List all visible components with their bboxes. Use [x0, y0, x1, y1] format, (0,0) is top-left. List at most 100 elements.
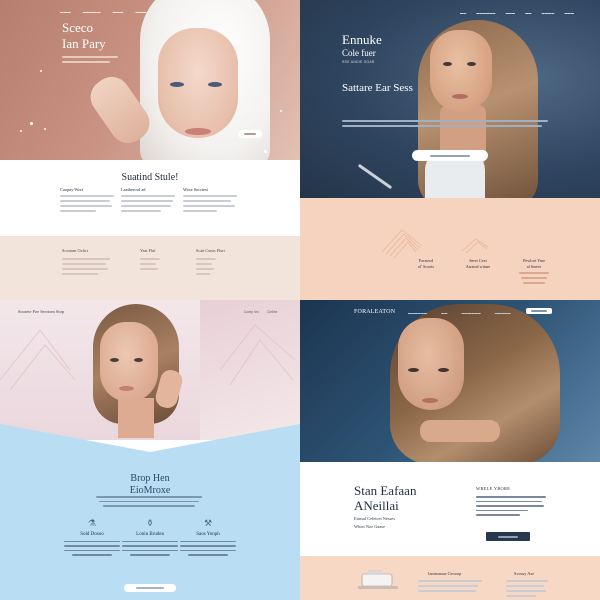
- section-cta-button[interactable]: [486, 532, 530, 541]
- top-nav: ▬▬▬▬▬▬ ▬▬ ▬▬▬▬▬▬ ▬▬▬▬▬: [408, 311, 511, 315]
- device-icon: [358, 570, 398, 589]
- feature-item: Seret Cext Aiztrod wiiure: [456, 258, 500, 270]
- tools-icon: ⚒: [203, 518, 213, 528]
- lips: [452, 94, 468, 99]
- bottles-icon: ⚗: [87, 518, 97, 528]
- band-heading: Scosiom Oxlict: [62, 248, 88, 253]
- eye: [110, 358, 119, 362]
- eye: [408, 368, 419, 372]
- section-title: Brop Hen: [130, 473, 170, 484]
- hero-paragraph: [342, 120, 552, 130]
- section-caption: Whiet Noe Gaase: [354, 524, 385, 529]
- section-title: Stan Eafaan: [354, 483, 417, 498]
- feature-heading: Sold Dosoo: [80, 532, 104, 537]
- band-heading: Svossy Ase: [514, 571, 535, 576]
- feature-heading: Lonin Brudea: [136, 532, 164, 537]
- panel-navy-hair: FORALEATON ▬▬▬▬▬▬ ▬▬ ▬▬▬▬▬▬ ▬▬▬▬▬ Stan E…: [300, 300, 600, 600]
- hero-heading: Sattare Ear Sess: [342, 82, 413, 94]
- feature-heading: Saos Yonph: [196, 532, 220, 537]
- hero-subtitle: Cole fuer: [342, 48, 376, 58]
- feature-column: Caopay Wort: [60, 187, 118, 215]
- feature-subheading: al Sonve: [526, 264, 542, 269]
- hero-button[interactable]: [238, 130, 262, 138]
- hero-tagline: SSE ANDIE SOAR: [342, 60, 375, 64]
- lips: [119, 386, 134, 391]
- hand-image: [420, 420, 500, 442]
- hero-title: Ennuke: [342, 32, 382, 47]
- nav-item[interactable]: ▬▬▬▬▬: [495, 311, 511, 315]
- brand-title: Sceco: [62, 20, 94, 35]
- brand-name[interactable]: FORALEATON: [354, 309, 395, 315]
- feature-item: ⚗ Sold Dosoo: [62, 518, 122, 559]
- landing-page-collage: ▬▬▬ ▬▬▬▬▬ ▬▬▬ ▬▬▬ ▬▬▬▬ Sceco Ian Pary Su…: [0, 0, 600, 600]
- panel-dark-blue: ▬▬ ▬▬▬▬▬▬ ▬▬▬ ▬▬ ▬▬▬▬ ▬▬▬ Ennuke Cole fu…: [300, 0, 600, 300]
- nav-item[interactable]: ▬▬: [460, 11, 466, 15]
- cosmetics-icon: ⚱: [146, 518, 154, 528]
- side-heading: WRELE YBORE: [476, 486, 511, 491]
- section-title: Suatind Stule!: [121, 172, 179, 183]
- nav-item[interactable]: ▬▬▬▬▬▬: [462, 311, 481, 315]
- hero-cta-button[interactable]: [412, 150, 488, 161]
- hero-paragraph: [62, 56, 122, 66]
- eye: [134, 358, 143, 362]
- band-column: Scosiom Oxlict: [62, 248, 118, 278]
- panel-pastel-blue: Soorete Foe Secrtom Stop Comp lex Clnitt…: [0, 300, 300, 600]
- nav-item[interactable]: Comp lex: [244, 310, 259, 314]
- model-face-image: [398, 318, 464, 410]
- brand-name[interactable]: Soorete Foe Secrtom Stop: [18, 309, 64, 314]
- model-face-image: [430, 30, 492, 112]
- sparkle: [20, 130, 22, 132]
- nav-item[interactable]: ▬▬▬: [113, 10, 124, 14]
- feature-column: Wose Sorctest: [183, 187, 241, 215]
- nav-item[interactable]: ▬▬▬: [506, 11, 516, 15]
- feature-heading: Wose Sorctest: [183, 187, 208, 192]
- feature-heading: Laathercsd ad: [121, 187, 146, 192]
- nav-item[interactable]: ▬▬▬▬▬: [83, 10, 101, 14]
- nav-item[interactable]: ▬▬▬: [564, 11, 574, 15]
- geometric-decor-icon: [0, 329, 76, 391]
- eye: [467, 62, 476, 66]
- band-heading: Iantrnauae Ceooop: [428, 571, 462, 576]
- feature-item: Foraswd ol' Scoeis: [404, 258, 448, 270]
- nav-item[interactable]: ▬▬▬: [60, 10, 71, 14]
- section-button[interactable]: [124, 584, 176, 592]
- top-nav: ▬▬ ▬▬▬▬▬▬ ▬▬▬ ▬▬ ▬▬▬▬ ▬▬▬: [460, 11, 574, 15]
- eye: [438, 368, 449, 372]
- nav-item[interactable]: ▬▬: [441, 311, 447, 315]
- decorative-fan-icon: [381, 229, 423, 259]
- peach-band: [300, 198, 600, 300]
- feature-item: ⚱ Lonin Brudea: [120, 518, 180, 559]
- feature-item: Pewlcet Yare al Sonve: [512, 258, 556, 284]
- band-heading: Yeat Fluf: [140, 248, 156, 253]
- nav-item[interactable]: ▬▬▬▬▬▬: [476, 11, 495, 15]
- side-paragraph: [476, 496, 548, 519]
- feature-subheading: ol' Scoeis: [418, 264, 434, 269]
- band-column: Yeat Fluf: [140, 248, 196, 273]
- nav-cta-button[interactable]: [526, 308, 552, 314]
- band-heading: Scait Cueas Flurt: [196, 248, 225, 253]
- feature-column: Laathercsd ad: [121, 187, 179, 215]
- section-subtitle: EioMroxe: [129, 485, 171, 496]
- geometric-decor-icon: [219, 324, 295, 386]
- nav-item[interactable]: ▬▬: [525, 11, 531, 15]
- content-section: [300, 462, 600, 556]
- brand-subtitle: Ian Pary: [62, 36, 106, 51]
- feature-heading: Caopay Wort: [60, 187, 84, 192]
- eye: [170, 82, 184, 87]
- nav-item[interactable]: Clnitte: [267, 310, 277, 314]
- sparkle: [40, 70, 42, 72]
- section-paragraph: [96, 496, 204, 510]
- nav-item[interactable]: ▬▬▬▬: [542, 11, 555, 15]
- band-paragraph: [506, 580, 550, 600]
- nav-item[interactable]: ▬▬▬: [136, 10, 147, 14]
- lips: [422, 398, 438, 403]
- nav-item[interactable]: ▬▬▬▬▬▬: [408, 311, 427, 315]
- top-nav: Comp lex Clnitte: [244, 310, 278, 314]
- band-column: Scait Cueas Flurt: [196, 248, 252, 278]
- decorative-lines-icon: [461, 238, 489, 254]
- sparkle: [280, 110, 282, 112]
- section-subtitle: Etinsal Celetcet Nesses: [354, 516, 395, 521]
- eye: [443, 62, 452, 66]
- sparkle: [30, 122, 33, 125]
- eye: [208, 82, 222, 87]
